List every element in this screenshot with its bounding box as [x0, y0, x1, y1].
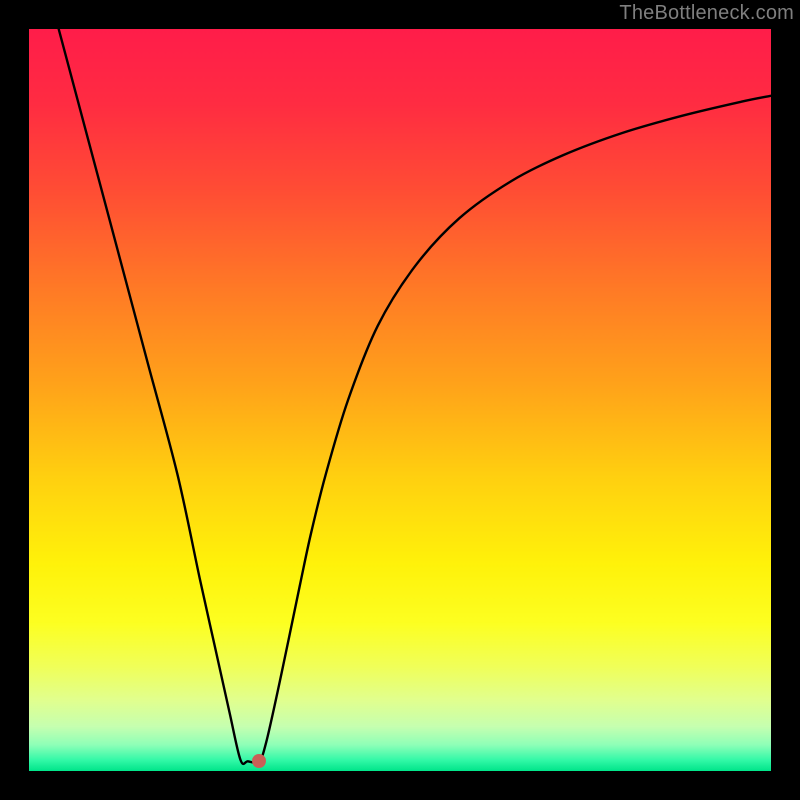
plot-area [29, 29, 771, 771]
chart-curve [29, 29, 771, 771]
watermark-text: TheBottleneck.com [619, 2, 794, 25]
minimum-marker [252, 754, 266, 768]
